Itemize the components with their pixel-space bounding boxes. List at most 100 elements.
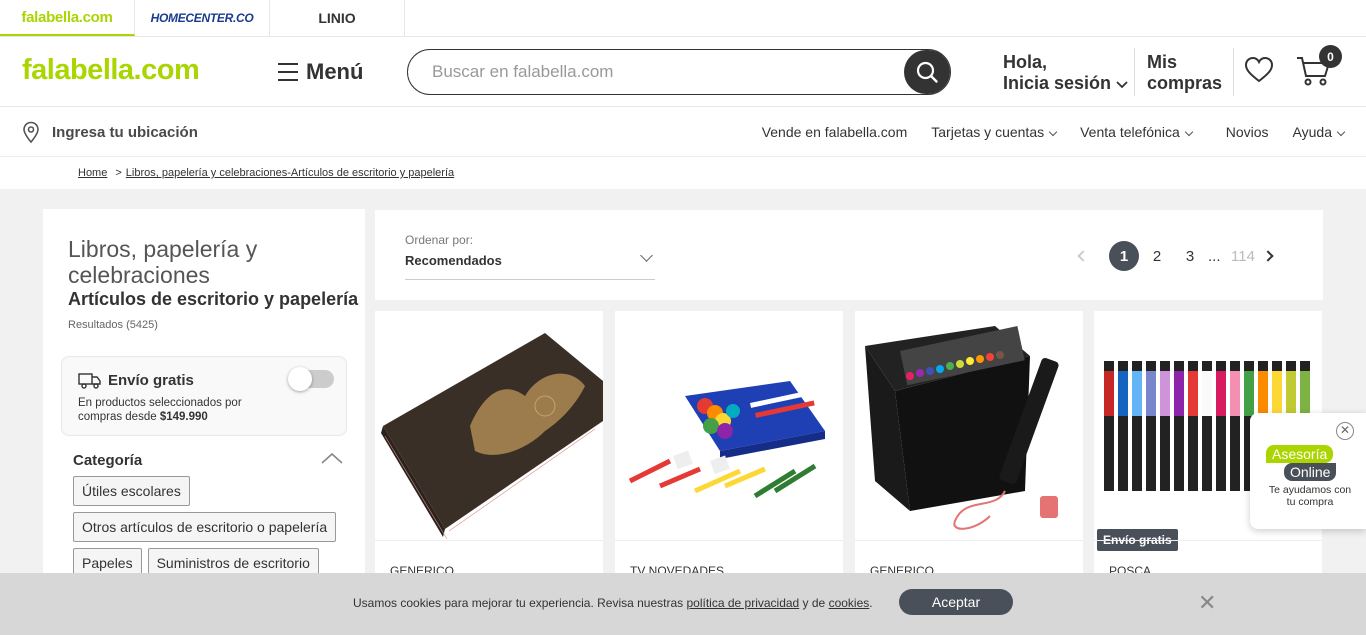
breadcrumb-home[interactable]: Home [78,167,107,179]
sort-label: Ordenar por: [405,233,474,247]
tab-homecenter-label: HOMECENTER.CO [150,11,254,25]
facet-category-chips: Útiles escolares Otros artículos de escr… [73,476,363,578]
page-2[interactable]: 2 [1142,241,1172,271]
pagination: 1 2 3 ... 114 [1077,241,1274,271]
free-shipping-header: Envío gratis [78,371,194,389]
card-divider [375,540,603,541]
page-1[interactable]: 1 [1109,241,1139,271]
menu-label: Menú [306,59,364,84]
free-shipping-toggle[interactable] [288,367,334,391]
chevron-down-icon [1184,127,1193,137]
close-icon[interactable]: ✕ [1198,592,1216,614]
location-selector[interactable]: Ingresa tu ubicación [22,121,198,143]
cookie-text-middle: y de [799,596,829,610]
cookie-banner: Usamos cookies para mejorar tu experienc… [0,573,1366,635]
falabella-logo[interactable]: falabella.com [22,54,200,87]
breadcrumb-current[interactable]: Libros, papelería y celebraciones-Artícu… [126,167,454,179]
brand-bar: falabella.com HOMECENTER.CO LINIO [0,0,1366,37]
breadcrumb-bar: Home > Libros, papelería y celebraciones-A… [0,157,1366,189]
nav-link-venta-telefonica[interactable]: Venta telefónica [1080,124,1193,140]
chat-text: Te ayudamos con tu compra [1268,484,1352,508]
nav-link-venta-label: Venta telefónica [1080,124,1180,140]
nav-link-tarjetas-label: Tarjetas y cuentas [931,124,1045,140]
search-icon [916,61,938,83]
product-image-chalk-set[interactable] [615,311,843,540]
product-card[interactable]: GENERICO [375,311,603,611]
hamburger-icon [278,63,298,81]
location-label: Ingresa tu ubicación [52,123,198,141]
wishlist-button[interactable] [1244,56,1274,89]
my-orders-link[interactable]: Mis compras [1147,52,1222,94]
nav-link-ayuda-label: Ayuda [1292,124,1332,140]
results-toolbar: Ordenar por: Recomendados 1 2 3 ... 114 [375,210,1323,300]
cookie-text-after: . [869,596,873,610]
chevron-up-icon [321,452,343,464]
prev-page-icon[interactable] [1077,250,1089,262]
sort-value: Recomendados [405,253,502,268]
facet-category-header[interactable]: Categoría [73,452,343,469]
nav-links: Vende en falabella.com Tarjetas y cuenta… [762,124,1346,140]
filter-sidebar: Libros, papelería y celebraciones Artícu… [43,209,365,589]
page-3[interactable]: 3 [1175,241,1205,271]
product-card[interactable]: GENERICO [855,311,1083,611]
chat-title-line1: Asesoría [1266,445,1334,463]
product-image-world-map-box[interactable] [375,311,603,540]
privacy-policy-link[interactable]: política de privacidad [686,596,799,610]
sub-navigation: Ingresa tu ubicación Vende en falabella.… [0,107,1366,157]
cookie-text: Usamos cookies para mejorar tu experienc… [353,596,873,610]
nav-link-ayuda[interactable]: Ayuda [1292,124,1346,140]
tab-homecenter[interactable]: HOMECENTER.CO [135,0,270,36]
location-pin-icon [23,121,39,143]
free-shipping-filter: Envío gratis En productos seleccionados … [61,356,347,436]
subcategory-title: Artículos de escritorio y papelería [68,289,359,309]
header-divider [1233,48,1234,96]
truck-icon [78,373,101,389]
search-bar [407,49,951,95]
cookie-text-before: Usamos cookies para mejorar tu experienc… [353,596,687,610]
product-image-marker-case[interactable] [855,311,1083,540]
login-greeting: Hola, [1003,52,1048,72]
my-orders-line2: compras [1147,73,1223,93]
search-button[interactable] [904,50,950,94]
category-title: Libros, papelería y celebraciones [68,236,258,288]
card-divider [1094,540,1322,541]
card-divider [615,540,843,541]
chevron-down-icon [1336,127,1346,137]
online-assistance-widget[interactable]: ✕ Asesoría Online Te ayudamos con tu com… [1250,413,1366,529]
menu-button[interactable]: Menú [278,59,363,85]
accept-cookies-button[interactable]: Aceptar [899,589,1013,615]
free-shipping-text: En productos seleccionados por compras d… [78,396,278,424]
chevron-down-icon [1048,127,1058,137]
heart-icon [1244,56,1274,83]
chevron-down-icon [640,249,653,262]
next-page-icon[interactable] [1262,250,1274,262]
facet-category-title: Categoría [73,452,143,469]
nav-link-novios[interactable]: Novios [1226,124,1269,140]
free-shipping-title: Envío gratis [108,371,194,389]
free-shipping-amount: $149.990 [159,411,208,423]
close-icon[interactable]: ✕ [1336,422,1354,440]
tab-linio[interactable]: LINIO [270,0,405,36]
chevron-down-icon [1116,81,1128,89]
cart-count-badge: 0 [1319,45,1342,68]
main-header: falabella.com Menú Hola, Inicia sesión M… [0,37,1366,107]
product-card[interactable]: TV NOVEDADES [615,311,843,611]
search-input[interactable] [432,62,892,82]
chip-otros-articulos[interactable]: Otros artículos de escritorio o papelerí… [73,512,337,542]
cookies-link[interactable]: cookies [829,596,870,610]
nav-link-novios-label: Novios [1225,124,1269,140]
page-last[interactable]: 114 [1228,241,1258,271]
login-link[interactable]: Hola, Inicia sesión [1003,52,1128,94]
nav-link-vende[interactable]: Vende en falabella.com [762,124,908,140]
sort-dropdown[interactable]: Recomendados [405,249,655,280]
breadcrumb-separator: > [115,167,122,179]
page-ellipsis: ... [1208,247,1221,265]
tab-falabella[interactable]: falabella.com [0,0,135,36]
tab-linio-label: LINIO [318,10,356,26]
nav-link-vende-label: Vende en falabella.com [761,124,908,140]
chip-utiles-escolares[interactable]: Útiles escolares [73,476,190,506]
my-orders-line1: Mis [1147,52,1178,72]
tab-falabella-label: falabella.com [21,8,113,26]
nav-link-tarjetas[interactable]: Tarjetas y cuentas [931,124,1058,140]
toggle-knob [288,367,312,391]
